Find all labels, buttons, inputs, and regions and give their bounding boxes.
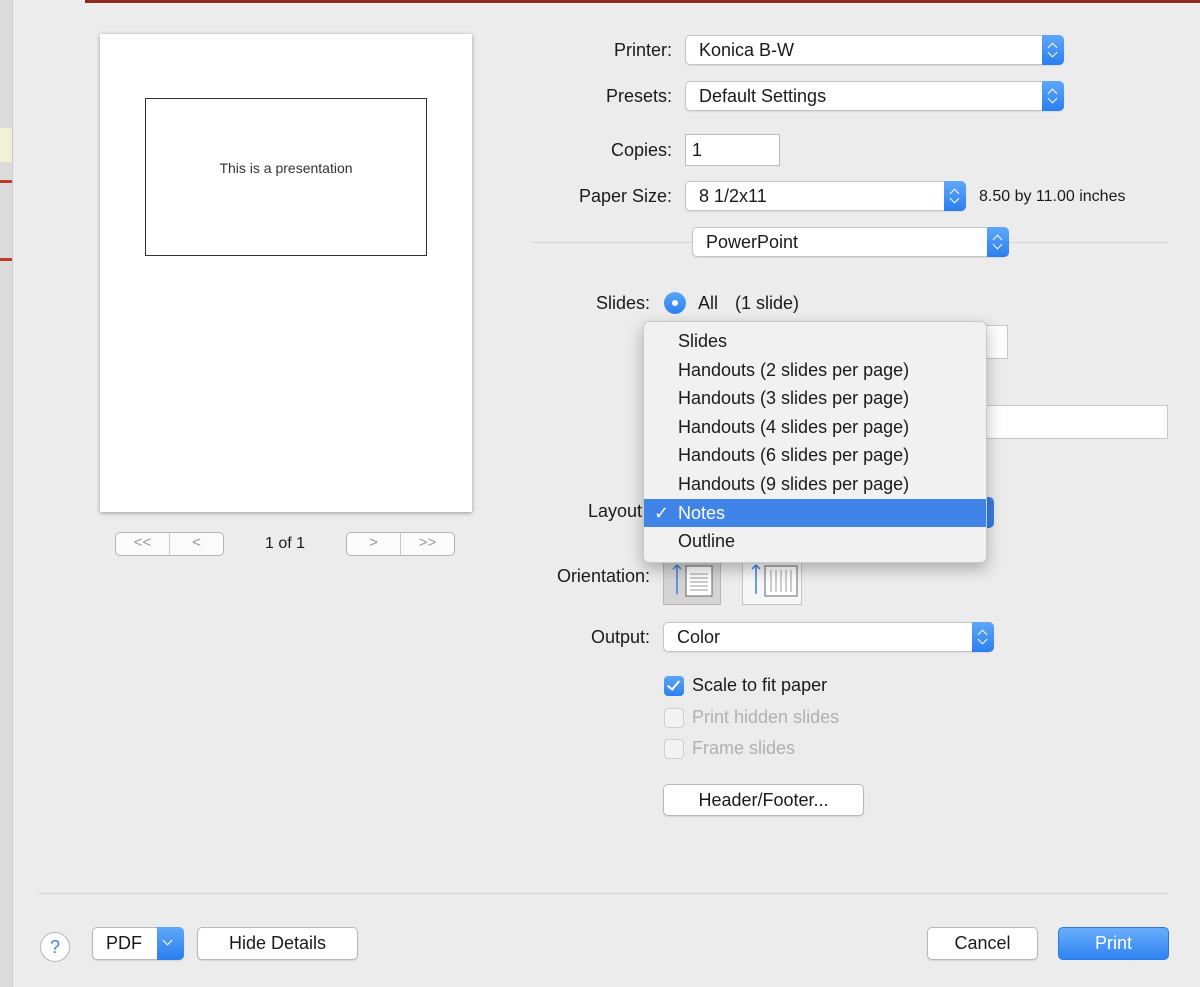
menu-item-handouts-2[interactable]: Handouts (2 slides per page) xyxy=(644,356,986,384)
paper-size-popup[interactable]: 8 1/2x11 xyxy=(685,181,966,211)
menu-item-notes[interactable]: ✓ Notes xyxy=(644,499,986,527)
copies-label: Copies: xyxy=(610,140,672,160)
portrait-orientation-button[interactable] xyxy=(663,561,721,605)
checkmark-icon: ✓ xyxy=(654,503,670,523)
next-page-button[interactable]: > xyxy=(347,533,400,555)
portrait-orientation-icon xyxy=(672,564,713,597)
first-page-button[interactable]: << xyxy=(116,533,169,555)
cancel-button[interactable]: Cancel xyxy=(927,927,1038,960)
header-footer-button[interactable]: Header/Footer... xyxy=(663,784,864,816)
pdf-menu-button[interactable]: PDF xyxy=(92,927,184,960)
printer-stepper-icon xyxy=(1042,35,1064,65)
presets-popup[interactable]: Default Settings xyxy=(685,81,1064,111)
pager-forward-group: > >> xyxy=(346,532,455,556)
printer-label: Printer: xyxy=(613,40,672,60)
copies-value: 1 xyxy=(692,140,703,160)
copies-field[interactable]: 1 xyxy=(685,134,780,166)
landscape-orientation-icon xyxy=(751,564,798,597)
menu-item-slides[interactable]: Slides xyxy=(644,327,986,355)
section-divider-left xyxy=(532,242,692,243)
frame-slides-label: Frame slides xyxy=(692,738,796,758)
section-divider-right xyxy=(1008,242,1168,243)
output-label: Output: xyxy=(590,627,650,647)
app-section-stepper-icon xyxy=(987,227,1009,257)
scale-to-fit-checkbox[interactable] xyxy=(664,676,684,696)
output-stepper-icon xyxy=(972,622,994,652)
page-indicator: 1 of 1 xyxy=(264,535,306,552)
help-button[interactable]: ? xyxy=(40,932,70,962)
slide-thumbnail: This is a presentation xyxy=(145,98,427,256)
output-popup[interactable]: Color xyxy=(663,622,994,652)
presets-label: Presets: xyxy=(605,86,672,106)
paper-size-label: Paper Size: xyxy=(578,186,672,206)
print-hidden-label: Print hidden slides xyxy=(692,707,840,727)
pager-back-group: << < xyxy=(115,532,224,556)
print-button[interactable]: Print xyxy=(1058,927,1169,960)
landscape-orientation-button[interactable] xyxy=(742,561,802,605)
background-window-edge xyxy=(0,0,13,987)
slides-label: Slides: xyxy=(595,293,650,313)
pdf-label: PDF xyxy=(106,933,142,953)
layout-label: Layout xyxy=(587,501,642,521)
previous-page-button[interactable]: < xyxy=(169,533,223,555)
menu-item-handouts-4[interactable]: Handouts (4 slides per page) xyxy=(644,413,986,441)
presets-stepper-icon xyxy=(1042,81,1064,111)
bottom-divider xyxy=(38,893,1168,894)
presets-value: Default Settings xyxy=(699,86,827,106)
slide-text: This is a presentation xyxy=(219,160,353,176)
paper-size-value: 8 1/2x11 xyxy=(699,186,767,206)
paper-size-info: 8.50 by 11.00 inches xyxy=(979,188,1126,205)
window-top-accent xyxy=(85,0,1200,3)
slides-count: (1 slide) xyxy=(735,293,800,313)
slides-text-field[interactable] xyxy=(980,405,1168,439)
orientation-label: Orientation: xyxy=(556,566,650,586)
output-value: Color xyxy=(677,627,721,647)
last-page-button[interactable]: >> xyxy=(400,533,454,555)
frame-slides-checkbox[interactable] xyxy=(664,739,684,759)
slides-all-label: All xyxy=(698,293,719,313)
app-section-value: PowerPoint xyxy=(706,232,799,252)
menu-item-handouts-6[interactable]: Handouts (6 slides per page) xyxy=(644,441,986,469)
print-preview-page: This is a presentation xyxy=(100,34,472,512)
slides-all-radio[interactable] xyxy=(664,292,686,314)
pdf-chevron-down-icon xyxy=(157,927,184,960)
paper-size-stepper-icon xyxy=(944,181,966,211)
print-hidden-checkbox[interactable] xyxy=(664,708,684,728)
layout-dropdown-menu: Slides Handouts (2 slides per page) Hand… xyxy=(643,321,987,563)
printer-value: Konica B-W xyxy=(699,40,795,60)
scale-to-fit-label: Scale to fit paper xyxy=(692,675,828,695)
printer-popup[interactable]: Konica B-W xyxy=(685,35,1064,65)
menu-item-handouts-9[interactable]: Handouts (9 slides per page) xyxy=(644,470,986,498)
menu-item-handouts-3[interactable]: Handouts (3 slides per page) xyxy=(644,384,986,412)
menu-item-outline[interactable]: Outline xyxy=(644,527,986,555)
app-section-popup[interactable]: PowerPoint xyxy=(692,227,1009,257)
hide-details-button[interactable]: Hide Details xyxy=(197,927,358,960)
